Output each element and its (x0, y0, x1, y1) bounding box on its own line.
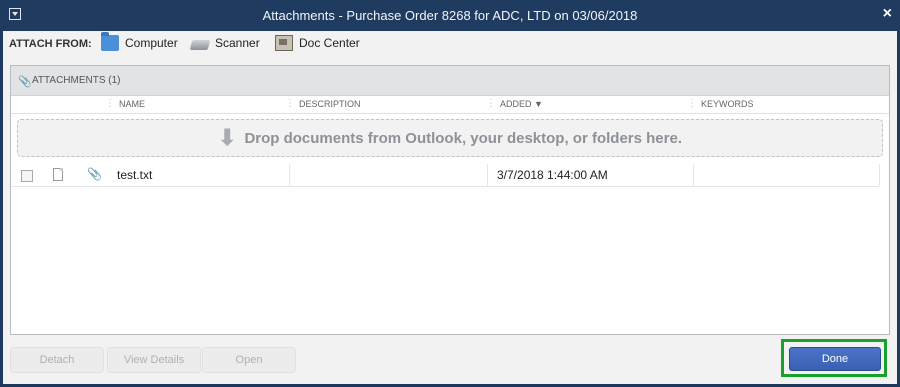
scanner-label: Scanner (215, 36, 260, 50)
window-title: Attachments - Purchase Order 8268 for AD… (262, 8, 638, 23)
row-added: 3/7/2018 1:44:00 AM (491, 164, 694, 186)
column-keywords[interactable]: KEYWORDS (687, 98, 753, 109)
down-arrow-icon: ⬇ (218, 125, 237, 150)
drop-zone-text: Drop documents from Outlook, your deskto… (244, 129, 682, 147)
drop-zone[interactable]: ⬇ Drop documents from Outlook, your desk… (17, 119, 883, 157)
row-checkbox[interactable] (21, 170, 33, 182)
computer-button[interactable]: Computer (101, 32, 178, 53)
attachments-title: ATTACHMENTS (1) (32, 75, 121, 86)
doc-center-button[interactable]: Doc Center (275, 33, 360, 53)
scanner-icon (189, 40, 211, 50)
paperclip-icon: 📎 (18, 76, 32, 88)
dialog-body: ATTACH FROM: Computer Scanner Doc Center… (3, 31, 897, 384)
folder-icon (101, 32, 119, 51)
column-headers: NAME DESCRIPTION ADDED ▼ KEYWORDS (11, 95, 889, 114)
document-icon (53, 168, 63, 181)
scanner-button[interactable]: Scanner (189, 33, 260, 53)
table-row[interactable]: 📎 test.txt 3/7/2018 1:44:00 AM (11, 164, 880, 187)
detach-button[interactable]: Detach (10, 347, 104, 373)
row-keywords (689, 164, 880, 186)
doc-center-label: Doc Center (299, 36, 360, 50)
attach-from-bar: ATTACH FROM: Computer Scanner Doc Center (3, 31, 897, 53)
column-description[interactable]: DESCRIPTION (285, 98, 360, 109)
attach-from-label: ATTACH FROM: (9, 38, 92, 50)
row-name: test.txt (115, 164, 290, 186)
done-button[interactable]: Done (789, 347, 881, 371)
view-details-button[interactable]: View Details (107, 347, 201, 373)
column-name[interactable]: NAME (105, 98, 145, 109)
doc-center-icon (275, 35, 293, 51)
open-button[interactable]: Open (202, 347, 296, 373)
attachments-panel: 📎 ATTACHMENTS (1) NAME DESCRIPTION ADDED… (10, 65, 890, 335)
paperclip-icon: 📎 (87, 167, 102, 181)
column-added[interactable]: ADDED ▼ (486, 98, 543, 109)
computer-label: Computer (125, 36, 178, 50)
attachments-header: 📎 ATTACHMENTS (1) (11, 66, 889, 96)
attachments-window: Attachments - Purchase Order 8268 for AD… (0, 0, 900, 387)
close-icon[interactable]: × (883, 5, 892, 23)
title-bar: Attachments - Purchase Order 8268 for AD… (0, 0, 900, 31)
row-description (289, 164, 488, 186)
